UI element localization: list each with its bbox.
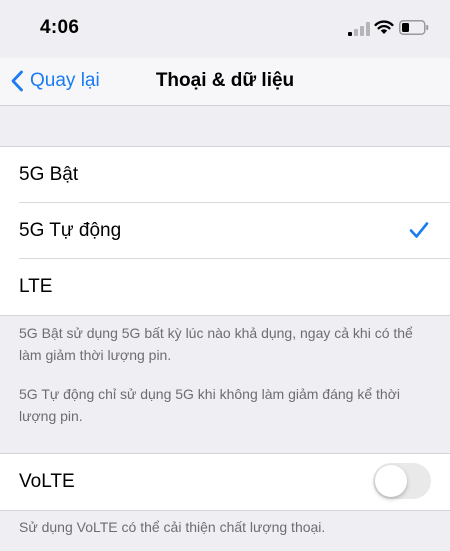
option-5g-on[interactable]: 5G Bật (0, 147, 450, 203)
volte-cell: VoLTE (0, 454, 450, 510)
signal-icon (348, 22, 370, 36)
battery-icon (399, 20, 429, 35)
option-label: LTE (19, 276, 53, 297)
option-label: 5G Bật (19, 164, 79, 185)
checkmark-icon (409, 222, 429, 238)
volte-row: VoLTE (0, 453, 450, 511)
toggle-knob (375, 465, 407, 497)
volte-toggle[interactable] (373, 463, 431, 499)
status-bar: 4:06 (0, 0, 450, 58)
option-5g-auto[interactable]: 5G Tự động (0, 203, 450, 259)
page-title: Thoại & dữ liệu (155, 70, 295, 91)
option-label: 5G Tự động (19, 220, 122, 241)
wifi-icon (374, 20, 394, 34)
option-lte[interactable]: LTE (0, 259, 450, 315)
navigation-bar: Quay lại Thoại & dữ liệu (0, 58, 450, 106)
volte-description: Sử dụng VoLTE có thể cải thiện chất lượn… (19, 519, 326, 535)
description-5g-on: 5G Bật sử dụng 5G bất kỳ lúc nào khả dụn… (19, 325, 413, 363)
network-mode-list: 5G Bật 5G Tự động LTE (0, 146, 450, 316)
volte-label: VoLTE (19, 471, 75, 492)
status-time: 4:06 (40, 17, 80, 38)
description-5g-auto: 5G Tự động chỉ sử dụng 5G khi không làm … (19, 386, 400, 424)
